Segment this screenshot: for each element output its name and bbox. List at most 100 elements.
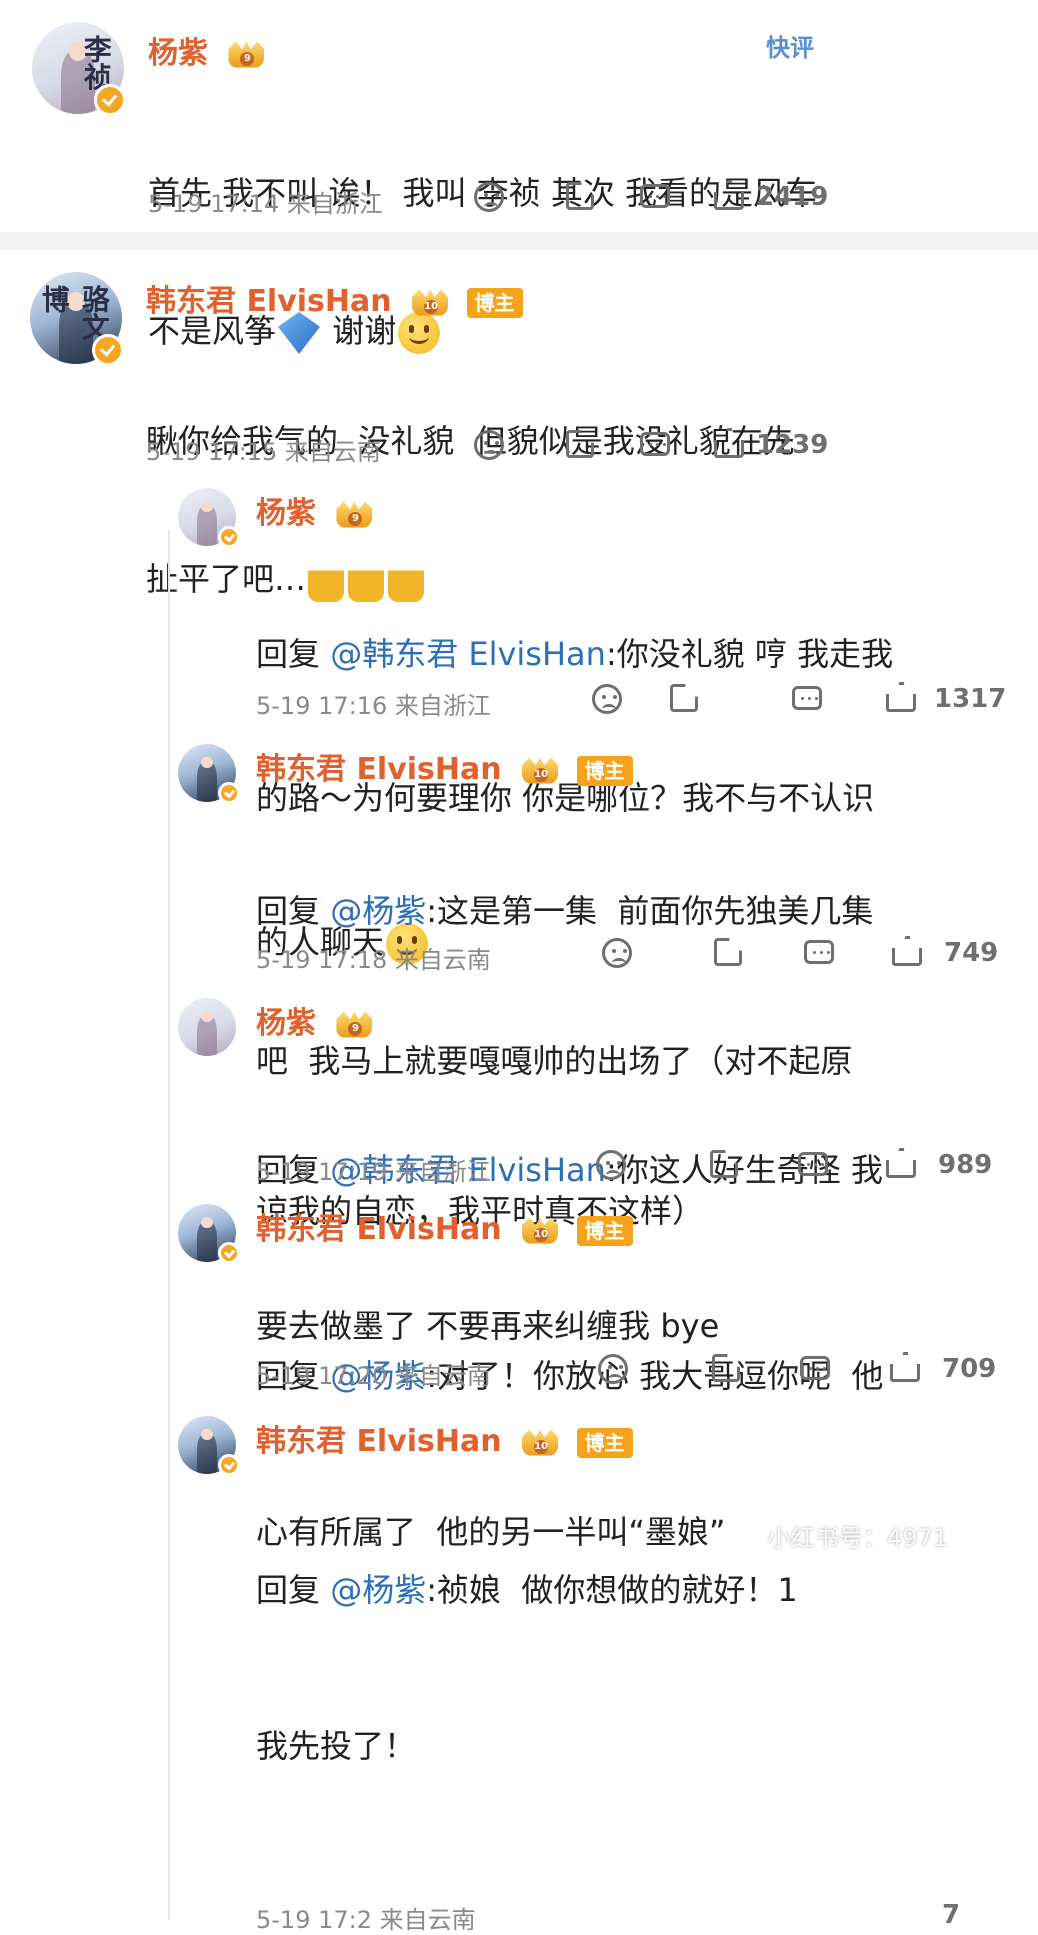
level-number: 10 [534,767,549,782]
location: 来自浙江 [394,1158,491,1186]
like-count: 1239 [756,430,829,460]
reply: 韩东君 ElvisHan 10 博主 回复 @杨紫:对了！你放心 我大哥逗你呢 … [0,1196,1038,1551]
reply-prefix: 回复 [256,892,321,930]
like-count: 749 [944,938,999,968]
username-text[interactable]: 韩东君 ElvisHan [256,1424,502,1459]
location: 来自浙江 [286,190,383,218]
comment-meta: 5-19 17:15 来自云南 [146,432,381,467]
reply: 杨紫 9 回复 @韩东君 ElvisHan:你没礼貌 哼 我走我 的路～为何要理… [0,480,1038,965]
username[interactable]: 韩东君 ElvisHan 10 博主 [146,276,523,320]
username-text[interactable]: 杨紫 [148,36,208,71]
location: 来自云南 [394,1362,491,1390]
blogger-badge: 博主 [466,287,523,318]
comment-icon[interactable] [640,184,670,208]
dislike-icon[interactable] [592,684,622,714]
comment-icon[interactable] [798,1152,828,1176]
reply-prefix: 回复 [256,1571,321,1609]
verified-badge-icon [218,782,240,804]
like-count: 7 [942,1900,961,1930]
level-number: 9 [348,1021,363,1036]
crown-level-icon: 9 [332,500,378,530]
reply-line-text: :祯娘 做你想做的就好！1 [426,1571,798,1609]
avatar-face [201,500,213,513]
avatar-face [201,1216,213,1229]
reply-line: 回复 @韩东君 ElvisHan:你没礼貌 哼 我走我 [256,630,1016,678]
username[interactable]: 韩东君 ElvisHan 10 博主 [256,1416,633,1460]
dislike-icon[interactable] [598,1354,628,1384]
crown-level-icon: 10 [408,288,454,318]
section-divider [0,232,1038,250]
reply-prefix: 回复 [256,635,321,673]
avatar-face [201,1010,213,1023]
timestamp: 5-19 17:16 [256,692,388,720]
username[interactable]: 韩东君 ElvisHan 10 博主 [256,1204,633,1248]
blogger-badge: 博主 [576,755,633,786]
level-number: 10 [534,1227,549,1242]
username-text[interactable]: 杨紫 [256,1006,316,1041]
timestamp: 5-19 17:15 [146,438,278,466]
location: 来自云南 [394,946,491,974]
avatar[interactable] [178,998,236,1056]
reply: 韩东君 ElvisHan 10 博主 回复 @杨紫:这是第一集 前面你先独美几集… [0,736,1038,1230]
like-count: 989 [938,1150,993,1180]
crown-level-icon: 9 [332,1010,378,1040]
level-number: 10 [534,1439,549,1454]
username[interactable]: 杨紫 9 [256,998,378,1042]
reply: 杨紫 9 回复 @韩东君 ElvisHan:你这人好生奇怪 我 要去做墨了 不要… [0,990,1038,1345]
level-number: 10 [424,299,439,314]
dislike-icon[interactable] [602,938,632,968]
username-text[interactable]: 韩东君 ElvisHan [256,1212,502,1247]
level-number: 9 [348,511,363,526]
comment-main: 骆文博 韩东君 ElvisHan 10 博主 瞅你给我气的 没礼貌 但貌似是我没… [0,250,1038,602]
dislike-icon[interactable] [596,1150,626,1180]
comment-icon[interactable] [640,432,670,456]
avatar-face [201,756,213,769]
reply-meta: 5-19 17:20 来自云南 [256,1356,491,1391]
reply-line: 回复 @杨紫:祯娘 做你想做的就好！1 [256,1564,1016,1616]
timestamp: 5-19 17:18 [256,946,388,974]
mention-link[interactable]: @杨紫 [330,1571,426,1609]
dislike-icon[interactable] [474,182,504,212]
username[interactable]: 杨紫 9 [148,28,270,72]
blogger-badge: 博主 [576,1215,633,1246]
avatar-face [201,1428,213,1441]
username[interactable]: 韩东君 ElvisHan 10 博主 [256,744,633,788]
username-text[interactable]: 韩东君 ElvisHan [256,752,502,787]
timestamp: 5-19 17:20 [256,1362,388,1390]
watermark: 小红书号：4971 [766,1524,948,1552]
reply-line: 我先投了！ [256,1727,417,1765]
quick-comment-button[interactable]: 快评 [766,28,814,63]
reply-meta: 5-19 17:2 来自云南 [256,1900,476,1935]
reply: 韩东君 ElvisHan 10 博主 回复 @杨紫:祯娘 做你想做的就好！1 我… [0,1406,1038,1934]
location: 来自云南 [284,438,381,466]
like-count: 1317 [934,684,1007,714]
comment-meta: 5-19 17:14 来自浙江 [148,184,383,219]
level-number: 9 [240,51,255,66]
mention-link[interactable]: @韩东君 ElvisHan [330,635,606,673]
dislike-icon[interactable] [474,430,504,460]
location: 来自浙江 [394,692,491,720]
username[interactable]: 杨紫 9 [256,488,378,532]
mention-link[interactable]: @杨紫 [330,892,426,930]
crown-level-icon: 10 [518,1216,564,1246]
verified-badge-icon [94,84,126,116]
comment-top: 李祯 杨紫 9 快评 首先 我不叫 诶！ 我叫 李祯 其次 我看的是风车 不是风… [0,0,1038,354]
username-text[interactable]: 杨紫 [256,496,316,531]
username-text[interactable]: 韩东君 ElvisHan [146,284,392,319]
reply-meta: 5-19 17:19 来自浙江 [256,1152,491,1187]
reply-line-text: :你这人好生奇怪 我 [605,1151,883,1189]
reply-line: 回复 @杨紫:这是第一集 前面你先独美几集 [256,886,1016,936]
timestamp: 5-19 17:19 [256,1158,388,1186]
crown-level-icon: 9 [224,40,270,70]
comment-icon[interactable] [804,940,834,964]
timestamp: 5-19 17:14 [148,190,280,218]
like-count: 2419 [756,182,829,212]
comment-icon[interactable] [792,686,822,710]
comment-icon[interactable] [800,1356,830,1380]
timestamp: 5-19 17:2 [256,1906,372,1934]
verified-badge-icon [92,334,124,366]
verified-badge-icon [218,1242,240,1264]
like-count: 709 [942,1354,997,1384]
location: 来自云南 [379,1906,476,1934]
crown-level-icon: 10 [518,1428,564,1458]
